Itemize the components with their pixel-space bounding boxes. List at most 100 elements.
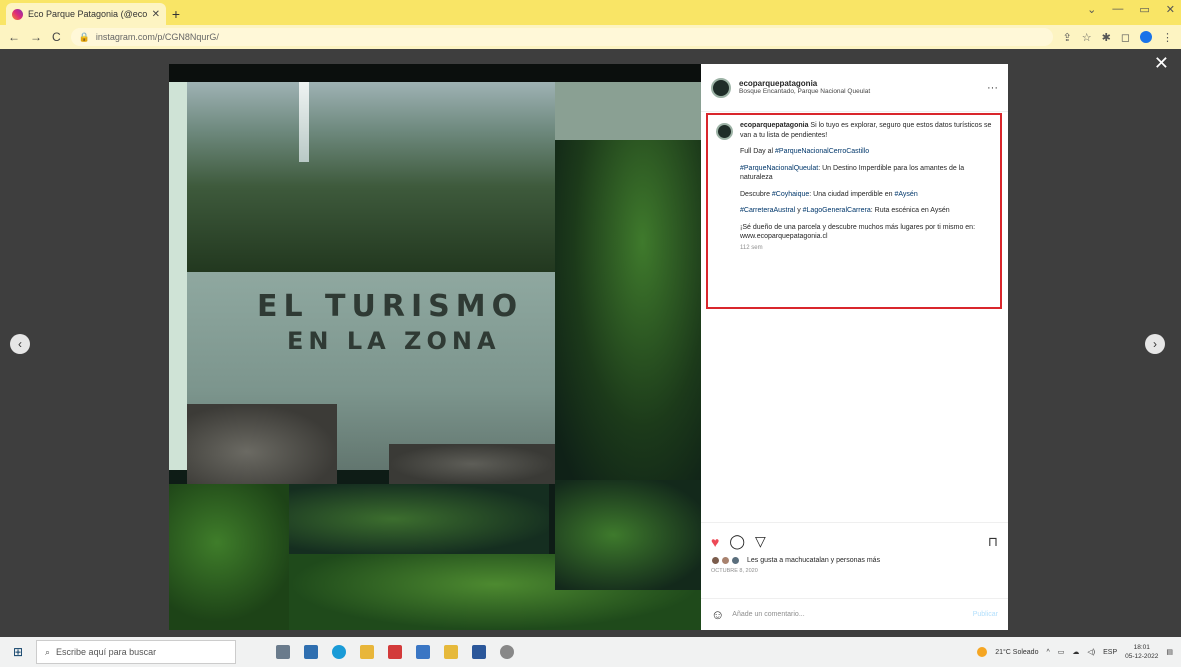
like-heart-icon[interactable]: ♥ xyxy=(711,534,719,550)
browser-toolbar: ← → C 🔒 instagram.com/p/CGN8NqurG/ ⇪ ☆ ✱… xyxy=(0,25,1181,49)
bookmark-star-icon[interactable]: ☆ xyxy=(1082,31,1092,44)
author-avatar[interactable] xyxy=(711,77,731,98)
tab-search-icon[interactable]: ⌄ xyxy=(1087,3,1096,16)
likes-text[interactable]: Les gusta a machucatalan y personas más xyxy=(747,557,880,564)
url-text: instagram.com/p/CGN8NqurG/ xyxy=(95,32,219,42)
sidebar-icon[interactable]: ◻ xyxy=(1121,31,1130,44)
cloud-icon[interactable]: ☁ xyxy=(1072,648,1079,656)
hashtag-link[interactable]: #Coyhaique xyxy=(772,191,809,198)
network-icon[interactable]: ▭ xyxy=(1058,648,1065,656)
forest-photo-bottom-left xyxy=(169,484,289,630)
tab-title: Eco Parque Patagonia (@ecopar... xyxy=(28,9,147,19)
post-title-line1: EL TURISMO xyxy=(257,289,524,324)
clock[interactable]: 18:01 05-12-2022 xyxy=(1125,643,1158,661)
caption-line-2: #ParqueNacionalQueulat: Un Destino Imper… xyxy=(740,164,965,182)
system-tray: 21°C Soleado ^ ▭ ☁ ◁) ESP 18:01 05-12-20… xyxy=(977,643,1181,661)
image-top-band xyxy=(169,64,701,82)
forward-icon[interactable]: → xyxy=(30,30,42,44)
share-icon[interactable]: ⇪ xyxy=(1063,31,1072,44)
clock-date: 05-12-2022 xyxy=(1125,653,1159,660)
post-modal-overlay: ✕ ‹ › EL TURISMO EN LA ZONA ecoparquepat… xyxy=(0,49,1181,637)
profile-avatar[interactable] xyxy=(1140,31,1152,43)
post-header: ecoparquepatagonia Bosque Encantado, Par… xyxy=(701,64,1008,112)
emoji-icon[interactable]: ☺ xyxy=(711,607,724,622)
hashtag-link[interactable]: #Aysén xyxy=(895,191,918,198)
search-icon: ⌕ xyxy=(45,646,51,657)
app-icon[interactable] xyxy=(500,645,514,659)
caption-username[interactable]: ecoparquepatagonia xyxy=(740,122,808,129)
liker-avatar xyxy=(731,556,740,565)
windows-taskbar: ⊞ ⌕ Escribe aquí para buscar 21°C Solead… xyxy=(0,637,1181,667)
previous-post-button[interactable]: ‹ xyxy=(10,334,30,354)
address-bar[interactable]: 🔒 instagram.com/p/CGN8NqurG/ xyxy=(70,28,1053,46)
fern-photo-bottom xyxy=(289,484,549,554)
file-explorer-icon[interactable] xyxy=(360,645,374,659)
weather-text[interactable]: 21°C Soleado xyxy=(995,649,1038,656)
save-bookmark-icon[interactable]: ⊓ xyxy=(988,534,998,550)
word-icon[interactable] xyxy=(472,645,486,659)
share-send-icon[interactable]: ▽ xyxy=(755,533,766,550)
reload-icon[interactable]: C xyxy=(52,30,61,44)
caption-intro: ecoparquepatagonia Si lo tuyo es explora… xyxy=(740,122,992,139)
menu-kebab-icon[interactable]: ⋮ xyxy=(1162,31,1173,44)
instagram-favicon-icon xyxy=(12,8,23,20)
comment-bar: ☺ Añade un comentario... Publicar xyxy=(701,598,1008,630)
taskbar-search[interactable]: ⌕ Escribe aquí para buscar xyxy=(36,640,236,664)
clock-time: 18:01 xyxy=(1133,644,1150,651)
pale-green-photo xyxy=(555,82,701,140)
windows-start-icon[interactable]: ⊞ xyxy=(0,645,36,659)
store-icon[interactable] xyxy=(416,645,430,659)
caption-row: ecoparquepatagonia Si lo tuyo es explora… xyxy=(716,121,992,253)
caption-line-4: #CarreteraAustral y #LagoGeneralCarrera:… xyxy=(740,207,950,214)
mountain-waterfall-photo xyxy=(187,82,555,272)
close-window-icon[interactable]: ✕ xyxy=(1166,3,1175,16)
extensions-icon[interactable]: ✱ xyxy=(1102,31,1111,44)
weather-sun-icon xyxy=(977,647,988,657)
hashtag-link[interactable]: #LagoGeneralCarrera xyxy=(803,207,871,214)
fern-photo-bottom-right xyxy=(555,480,701,590)
hashtag-link[interactable]: #ParqueNacionalCerroCastillo xyxy=(775,148,869,155)
minimize-icon[interactable]: — xyxy=(1112,3,1123,16)
app-icon[interactable] xyxy=(304,645,318,659)
next-post-button[interactable]: › xyxy=(1145,334,1165,354)
chrome-icon[interactable] xyxy=(444,645,458,659)
post-location[interactable]: Bosque Encantado, Parque Nacional Queula… xyxy=(739,88,979,96)
hashtag-link[interactable]: #CarreteraAustral xyxy=(740,207,795,214)
post-date: OCTUBRE 8, 2020 xyxy=(711,568,758,574)
close-modal-icon[interactable]: ✕ xyxy=(1154,53,1169,74)
post-side-panel: ecoparquepatagonia Bosque Encantado, Par… xyxy=(701,64,1008,630)
app-icon[interactable] xyxy=(388,645,402,659)
tray-chevron-icon[interactable]: ^ xyxy=(1046,649,1049,656)
post-image: EL TURISMO EN LA ZONA xyxy=(169,64,701,630)
maximize-icon[interactable]: ▭ xyxy=(1139,3,1149,16)
taskbar-search-placeholder: Escribe aquí para buscar xyxy=(56,647,157,657)
hashtag-link[interactable]: #ParqueNacionalQueulat xyxy=(740,165,818,172)
caption-body: ecoparquepatagonia Si lo tuyo es explora… xyxy=(740,121,992,253)
liker-avatar xyxy=(711,556,720,565)
edge-icon[interactable] xyxy=(332,645,346,659)
window-controls: ⌄ — ▭ ✕ xyxy=(1087,3,1175,16)
rocks-left xyxy=(187,404,337,484)
caption-highlight-box: ecoparquepatagonia Si lo tuyo es explora… xyxy=(706,113,1002,309)
back-icon[interactable]: ← xyxy=(8,30,20,44)
caption-line-3: Descubre #Coyhaique: Una ciudad imperdib… xyxy=(740,190,918,198)
caption-line-1: Full Day al #ParqueNacionalCerroCastillo xyxy=(740,148,870,155)
rocks-right xyxy=(389,444,555,484)
browser-tabbar: Eco Parque Patagonia (@ecopar... ✕ + ⌄ —… xyxy=(0,0,1181,25)
comment-input[interactable]: Añade un comentario... xyxy=(732,611,804,618)
lock-icon: 🔒 xyxy=(78,31,90,42)
task-view-icon[interactable] xyxy=(276,645,290,659)
author-username[interactable]: ecoparquepatagonia xyxy=(739,79,979,89)
caption-avatar[interactable] xyxy=(716,123,733,140)
post-footer: ♥ ◯ ▽ ⊓ Les gusta a machucatalan y perso… xyxy=(701,522,1008,630)
volume-icon[interactable]: ◁) xyxy=(1087,648,1095,656)
new-tab-button[interactable]: + xyxy=(166,3,186,25)
close-tab-icon[interactable]: ✕ xyxy=(152,9,160,20)
publish-button[interactable]: Publicar xyxy=(973,611,998,618)
notifications-icon[interactable]: ▤ xyxy=(1166,648,1173,656)
post-title-line2: EN LA ZONA xyxy=(287,327,501,355)
language-icon[interactable]: ESP xyxy=(1103,649,1117,656)
comment-icon[interactable]: ◯ xyxy=(729,533,745,550)
browser-tab[interactable]: Eco Parque Patagonia (@ecopar... ✕ xyxy=(6,3,166,25)
more-options-icon[interactable]: ··· xyxy=(987,82,998,94)
